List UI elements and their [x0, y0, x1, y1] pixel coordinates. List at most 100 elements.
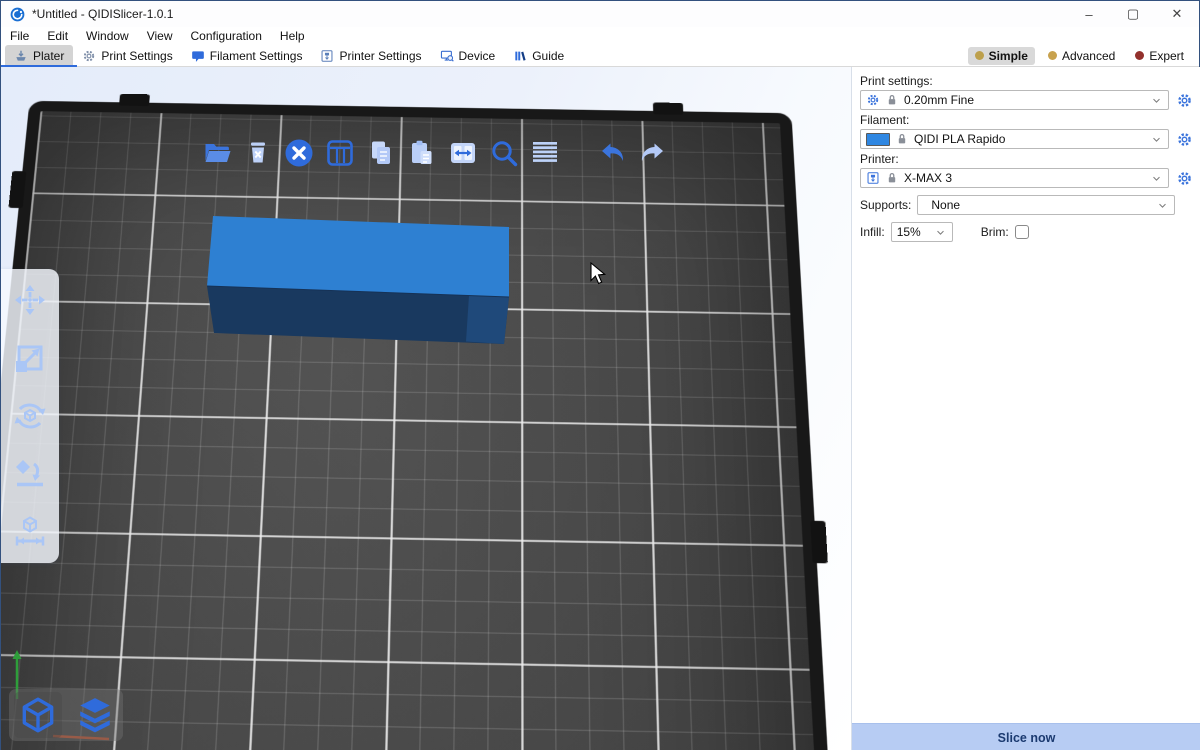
top-toolbar: [201, 135, 669, 171]
undo-icon: [597, 138, 627, 168]
title-bar: *Untitled - QIDISlicer-1.0.1 – ▢ ✕: [1, 1, 1199, 27]
menu-file[interactable]: File: [1, 29, 38, 43]
filament-icon: [191, 49, 205, 63]
view-toggles: [9, 689, 123, 741]
measure-icon: [13, 515, 47, 549]
move-button[interactable]: [9, 279, 51, 321]
chevron-down-icon: [1156, 199, 1169, 212]
tab-label: Filament Settings: [210, 49, 303, 63]
filament-label: Filament:: [860, 113, 1193, 127]
printer-select[interactable]: X-MAX 3: [860, 168, 1169, 188]
settings-sidebar: Print settings: 0.20mm Fine Filament: QI…: [851, 67, 1200, 750]
viewport-3d[interactable]: [1, 67, 851, 750]
brim-checkbox[interactable]: [1015, 225, 1029, 239]
rotate-icon: [13, 399, 47, 433]
delete-all-icon: [284, 138, 314, 168]
rotate-button[interactable]: [9, 395, 51, 437]
filament-select[interactable]: QIDI PLA Rapido: [860, 129, 1169, 149]
advanced-dot-icon: [1048, 51, 1057, 60]
editor-view-button[interactable]: [14, 692, 62, 738]
model-box[interactable]: [207, 216, 509, 344]
variable-layer-height-button[interactable]: [529, 135, 561, 171]
menu-view[interactable]: View: [138, 29, 182, 43]
tab-label: Plater: [33, 49, 64, 63]
mouse-cursor: [591, 263, 605, 284]
tab-device[interactable]: Device: [431, 45, 505, 66]
cube-3d-icon: [18, 695, 58, 735]
open-button[interactable]: [201, 135, 233, 171]
slice-now-button[interactable]: Slice now: [852, 723, 1200, 750]
infill-label: Infill:: [860, 225, 885, 239]
variable-layer-height-icon: [530, 138, 560, 168]
left-toolbar: [1, 269, 59, 563]
window-controls: – ▢ ✕: [1067, 1, 1199, 27]
gear-icon: [82, 49, 96, 63]
window-title: *Untitled - QIDISlicer-1.0.1: [32, 7, 173, 21]
undo-button[interactable]: [596, 135, 628, 171]
split-instances-button[interactable]: [447, 135, 479, 171]
redo-icon: [638, 138, 668, 168]
edit-filament-gear-icon[interactable]: [1176, 131, 1193, 148]
print-settings-select[interactable]: 0.20mm Fine: [860, 90, 1169, 110]
mode-label: Simple: [989, 49, 1028, 63]
expert-dot-icon: [1135, 51, 1144, 60]
menu-configuration[interactable]: Configuration: [182, 29, 271, 43]
simple-dot-icon: [975, 51, 984, 60]
chevron-down-icon: [934, 226, 947, 239]
lock-icon: [885, 171, 899, 185]
supports-label: Supports:: [860, 198, 911, 212]
tab-label: Print Settings: [101, 49, 172, 63]
device-icon: [440, 49, 454, 63]
move-icon: [13, 283, 47, 317]
maximize-button[interactable]: ▢: [1111, 1, 1155, 27]
tab-filament-settings[interactable]: Filament Settings: [182, 45, 312, 66]
paste-icon: [407, 138, 437, 168]
preview-layers-button[interactable]: [71, 692, 119, 738]
menu-edit[interactable]: Edit: [38, 29, 77, 43]
tab-plater[interactable]: Plater: [5, 45, 73, 66]
tab-label: Device: [459, 49, 496, 63]
menu-window[interactable]: Window: [77, 29, 138, 43]
paste-button[interactable]: [406, 135, 438, 171]
tab-guide[interactable]: Guide: [504, 45, 573, 66]
mode-simple[interactable]: Simple: [968, 47, 1035, 65]
tab-print-settings[interactable]: Print Settings: [73, 45, 181, 66]
place-on-face-button[interactable]: [9, 453, 51, 495]
plater-icon: [14, 49, 28, 63]
measure-button[interactable]: [9, 511, 51, 553]
edit-printer-gear-icon[interactable]: [1176, 170, 1193, 187]
supports-select[interactable]: None: [917, 195, 1175, 215]
scale-button[interactable]: [9, 337, 51, 379]
supports-value: None: [923, 198, 1151, 212]
minimize-button[interactable]: –: [1067, 1, 1111, 27]
printer-label: Printer:: [860, 152, 1193, 166]
arrange-button[interactable]: [324, 135, 356, 171]
guide-icon: [513, 49, 527, 63]
tab-printer-settings[interactable]: Printer Settings: [311, 45, 430, 66]
scale-icon: [13, 341, 47, 375]
open-folder-icon: [202, 138, 232, 168]
delete-all-button[interactable]: [283, 135, 315, 171]
mode-expert[interactable]: Expert: [1128, 47, 1191, 65]
chevron-down-icon: [1150, 94, 1163, 107]
close-button[interactable]: ✕: [1155, 1, 1199, 27]
tab-label: Printer Settings: [339, 49, 421, 63]
infill-select[interactable]: 15%: [891, 222, 953, 242]
menu-help[interactable]: Help: [271, 29, 314, 43]
copy-button[interactable]: [365, 135, 397, 171]
printer-value: X-MAX 3: [904, 171, 1145, 185]
print-settings-label: Print settings:: [860, 74, 1193, 88]
lock-icon: [885, 93, 899, 107]
tab-label: Guide: [532, 49, 564, 63]
split-instances-icon: [448, 138, 478, 168]
mode-label: Expert: [1149, 49, 1184, 63]
search-button[interactable]: [488, 135, 520, 171]
layers-icon: [75, 695, 115, 735]
copy-icon: [366, 138, 396, 168]
redo-button[interactable]: [637, 135, 669, 171]
mode-advanced[interactable]: Advanced: [1041, 47, 1122, 65]
edit-print-settings-gear-icon[interactable]: [1176, 92, 1193, 109]
gear-icon: [866, 93, 880, 107]
delete-button[interactable]: [242, 135, 274, 171]
brim-label: Brim:: [981, 225, 1009, 239]
